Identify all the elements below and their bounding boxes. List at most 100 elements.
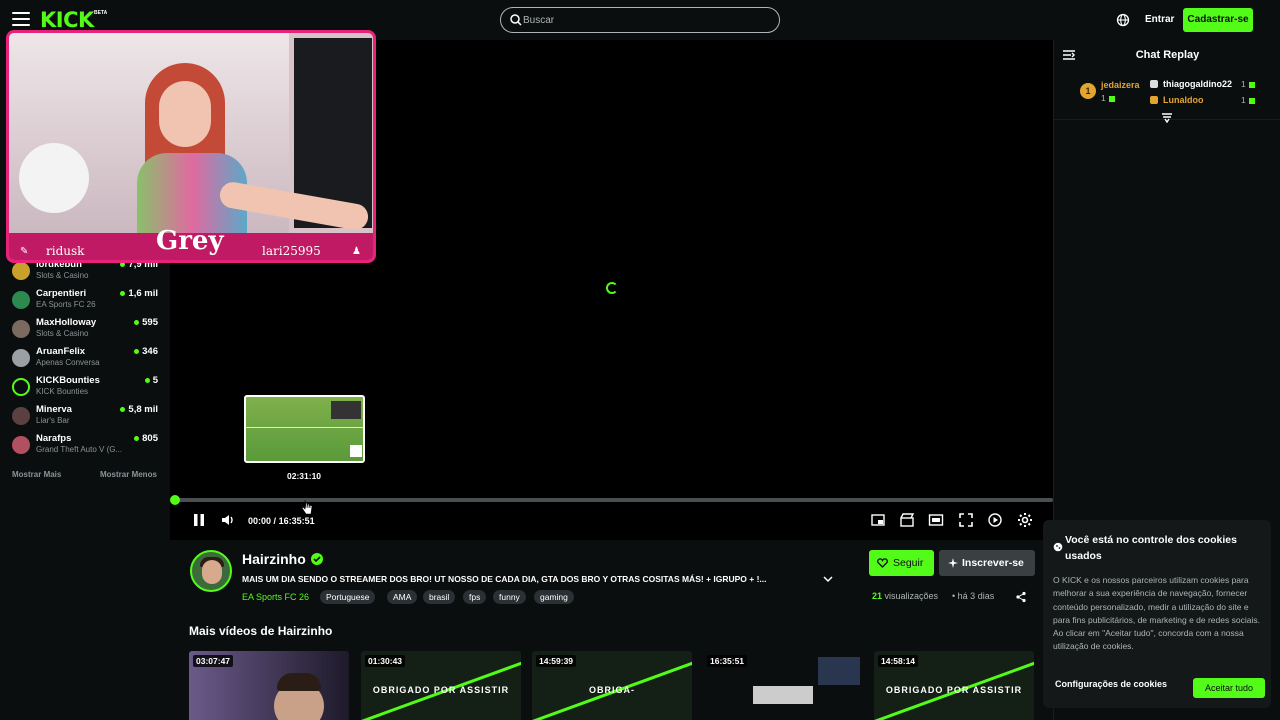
subscribe-label: Inscrever-se [962, 557, 1024, 569]
overlay-center-name: Grey [156, 226, 224, 256]
hamburger-menu-icon[interactable] [12, 12, 30, 28]
search-input[interactable] [523, 12, 763, 29]
pause-icon[interactable] [191, 512, 207, 528]
show-more-link[interactable]: Mostrar Mais [12, 470, 61, 479]
video-card[interactable]: 14:59:39 OBRIGA- [532, 651, 692, 720]
avatar [12, 407, 30, 425]
share-icon[interactable] [1015, 591, 1027, 603]
time-display: 00:00 / 16:35:51 [248, 516, 315, 526]
signup-button[interactable]: Cadastrar-se [1183, 8, 1253, 32]
channel-category: EA Sports FC 26 [36, 300, 96, 309]
channel-category: Grand Theft Auto V (G... [36, 445, 123, 454]
cookie-banner: Você está no controle dos cookies usados… [1043, 520, 1271, 708]
fullscreen-icon[interactable] [958, 512, 974, 528]
category-link[interactable]: EA Sports FC 26 [242, 592, 309, 602]
subscribe-button[interactable]: Inscrever-se [939, 550, 1035, 576]
verified-badge-icon [311, 553, 323, 565]
gifter-name[interactable]: thiagogaldino22 [1163, 79, 1232, 89]
video-card[interactable]: 01:30:43 OBRIGADO POR ASSISTIR [361, 651, 521, 720]
gifter-name[interactable]: jedaizera [1101, 80, 1140, 90]
sparkle-icon [948, 558, 958, 568]
sidebar-channel[interactable]: AruanFelix Apenas Conversa 346 [10, 345, 160, 373]
channel-name: Narafps [36, 433, 72, 444]
globe-icon[interactable] [1116, 13, 1130, 27]
follow-button[interactable]: Seguir [869, 550, 934, 576]
posted-ago: • há 3 dias [952, 591, 994, 601]
gifter-badge-icon [1150, 96, 1158, 104]
sidebar-channel[interactable]: Carpentieri EA Sports FC 26 1,6 mil [10, 287, 160, 315]
channel-category: KICK Bounties [36, 387, 89, 396]
cookie-settings-button[interactable]: Configurações de cookies [1055, 679, 1167, 689]
kick-logo[interactable]: KICK [40, 8, 94, 32]
video-duration: 14:59:39 [536, 655, 577, 667]
tag[interactable]: gaming [534, 590, 574, 604]
overlay-person-icon: ♟ [352, 246, 361, 257]
theater-mode-icon[interactable] [928, 512, 944, 528]
overlay-pen-icon: ✎ [20, 246, 29, 257]
sidebar-channel[interactable]: KICKBounties KICK Bounties 5 [10, 374, 160, 402]
player-controls: 00:00 / 16:35:51 [170, 510, 1053, 534]
gifter-count: 1 [1241, 79, 1255, 89]
expand-gifters-icon[interactable] [1161, 113, 1173, 123]
app-root: KICK BETA Entrar Cadastrar-se lordkebun … [0, 0, 1280, 720]
playback-speed-icon[interactable] [987, 512, 1003, 528]
miniplayer-icon[interactable] [870, 512, 886, 528]
chat-title: Chat Replay [1135, 49, 1200, 61]
viewer-count: 5,8 mil [120, 404, 158, 415]
tag[interactable]: AMA [387, 590, 418, 604]
tag[interactable]: fps [463, 590, 487, 604]
avatar [12, 349, 30, 367]
channel-category: Apenas Conversa [36, 358, 100, 367]
overlay-left-name: ridusk [46, 244, 85, 258]
channel-info: Hairzinho MAIS UM DIA SENDO O STREAMER D… [170, 540, 1040, 720]
video-card[interactable]: 14:58:14 OBRIGADO POR ASSISTIR [874, 651, 1034, 720]
cookie-title: Você está no controle dos cookies usados [1065, 534, 1237, 562]
avatar [12, 320, 30, 338]
sidebar-channel[interactable]: Narafps Grand Theft Auto V (G... 805 [10, 432, 160, 460]
time-separator: / [273, 516, 277, 526]
viewer-count: 346 [134, 346, 158, 357]
tag[interactable]: funny [493, 590, 526, 604]
beta-badge: BETA [94, 10, 108, 16]
video-duration: 16:35:51 [707, 655, 748, 667]
volume-icon[interactable] [220, 512, 236, 528]
sidebar-channel[interactable]: Minerva Liar's Bar 5,8 mil [10, 403, 160, 431]
channel-name: MaxHolloway [36, 317, 97, 328]
channel-category: Liar's Bar [36, 416, 70, 425]
seek-preview-time: 02:31:10 [287, 471, 322, 481]
webcam-overlay: ✎ ridusk Grey lari25995 ♟ [6, 30, 376, 263]
login-button[interactable]: Entrar [1145, 14, 1174, 25]
channel-category: Slots & Casino [36, 271, 89, 280]
tag[interactable]: Portuguese [320, 590, 376, 604]
rank-badge: 1 [1080, 83, 1096, 99]
views-number: 21 [872, 591, 883, 601]
sidebar-channel[interactable]: MaxHolloway Slots & Casino 595 [10, 316, 160, 344]
viewer-count: 805 [134, 433, 158, 444]
current-time: 00:00 [248, 516, 272, 526]
accept-all-button[interactable]: Aceitar tudo [1193, 678, 1265, 698]
video-card[interactable]: 16:35:51 [703, 651, 863, 720]
video-overlay-text: OBRIGADO POR ASSISTIR [372, 685, 510, 695]
video-duration: 03:07:47 [193, 655, 234, 667]
video-duration: 01:30:43 [365, 655, 406, 667]
gifter-name[interactable]: Lunaldoo [1163, 95, 1204, 105]
tag[interactable]: brasil [423, 590, 456, 604]
views-label: visualizações [884, 591, 939, 601]
settings-gear-icon[interactable] [1017, 512, 1033, 528]
stream-title: MAIS UM DIA SENDO O STREAMER DOS BRO! UT… [242, 574, 767, 584]
viewer-count: 1,6 mil [120, 288, 158, 299]
follow-label: Seguir [893, 557, 924, 569]
streamer-name[interactable]: Hairzinho [242, 551, 306, 567]
viewer-count: 5 [145, 375, 158, 386]
avatar [12, 378, 30, 396]
clip-icon[interactable] [899, 512, 915, 528]
progress-knob[interactable] [170, 495, 180, 505]
channel-category: Slots & Casino [36, 329, 89, 338]
chevron-down-icon[interactable] [822, 574, 834, 584]
video-overlay-text: OBRIGA- [589, 685, 635, 695]
search-box[interactable] [500, 7, 780, 33]
streamer-avatar[interactable] [190, 550, 232, 592]
show-less-link[interactable]: Mostrar Menos [100, 470, 157, 479]
video-card[interactable]: 03:07:47 [189, 651, 349, 720]
cookie-icon [1053, 542, 1063, 552]
